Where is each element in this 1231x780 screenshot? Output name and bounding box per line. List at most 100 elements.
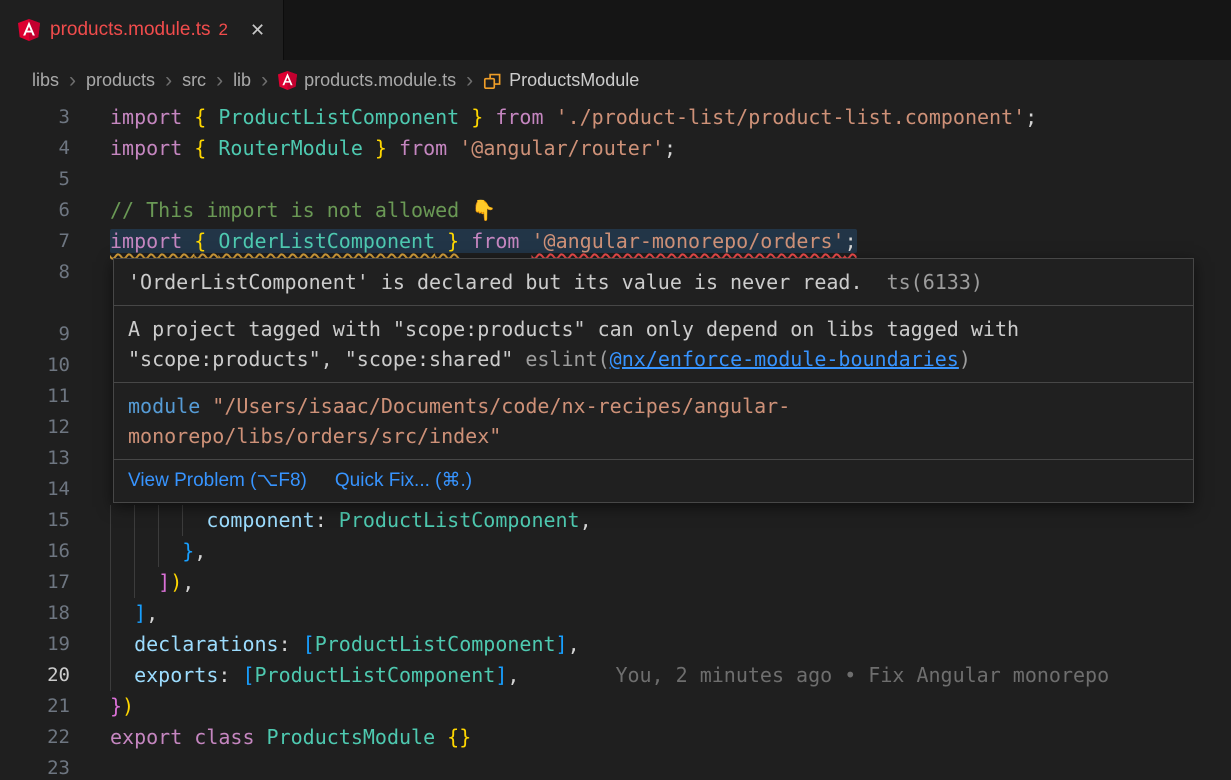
code-content: component: ProductListComponent, [110,505,592,536]
indent-guide [134,505,158,536]
warning-squiggle-token: import [110,229,194,253]
indent-guide [182,505,206,536]
vscode-window: products.module.ts 2 ✕ libs › products › src… [0,0,1231,780]
code-line-20[interactable]: 20exports: [ProductListComponent],You, 2… [0,660,1231,691]
code-line-21[interactable]: 21}) [0,691,1231,722]
indent-guide [110,505,134,536]
warning-squiggle-token: { [194,229,218,253]
tab-products-module-ts[interactable]: products.module.ts 2 ✕ [0,0,284,60]
indent-guide [110,536,134,567]
indent-guide [110,567,134,598]
code-line-17[interactable]: 17]), [0,567,1231,598]
error-squiggle-token: ; [845,229,857,253]
line-number: 22 [0,722,70,753]
warning-squiggle-token: } [435,229,459,253]
code-content: export class ProductsModule {} [110,722,471,753]
hover-text: "scope:products", "scope:shared" [128,347,525,371]
line-number: 12 [0,412,70,443]
line-number: 9 [0,319,70,350]
code-line-19[interactable]: 19declarations: [ProductListComponent], [0,629,1231,660]
tab-title: products.module.ts [50,19,211,41]
class-symbol-icon [483,71,502,90]
hover-text: "/Users/isaac/Documents/code/nx-recipes/… [212,394,790,418]
code-content: import { RouterModule } from '@angular/r… [110,133,676,164]
indent-guide [110,660,134,691]
line-number: 6 [0,195,70,226]
breadcrumb-separator-icon: › [69,70,76,91]
breadcrumb-label: lib [233,70,251,91]
breadcrumb-separator-icon: › [466,70,473,91]
code-line-3[interactable]: 3 import { ProductListComponent } from '.… [0,102,1231,133]
breadcrumb-separator-icon: › [165,70,172,91]
line-number: 16 [0,536,70,567]
code-line-6[interactable]: 6 // This import is not allowed 👇 [0,195,1231,226]
indent-guide [158,505,182,536]
line-number: 13 [0,443,70,474]
code-content: }, [110,536,206,567]
code-content: ]), [110,567,194,598]
indent-guide [134,567,158,598]
code-line-16[interactable]: 16}, [0,536,1231,567]
breadcrumb-item-productsmodule[interactable]: ProductsModule [483,70,639,91]
code-content: // This import is not allowed 👇 [110,195,496,226]
breadcrumb-label: products.module.ts [304,70,456,91]
indent-guide [134,536,158,567]
line-number: 23 [0,753,70,780]
code-content: ], [110,598,158,629]
line-number: 15 [0,505,70,536]
breadcrumb-label: products [86,70,155,91]
breadcrumb-separator-icon: › [261,70,268,91]
hover-action-bar: View Problem (⌥F8) Quick Fix... (⌘.) [114,460,1193,502]
code-content: import { ProductListComponent } from './… [110,102,1037,133]
line-number: 3 [0,102,70,133]
code-line-5[interactable]: 5 [0,164,1231,195]
breadcrumb: libs › products › src › lib › products.module.ts… [0,60,1231,100]
breadcrumb-item-products-module-ts[interactable]: products.module.ts [278,70,456,91]
hover-range-highlight: import { OrderListComponent } from '@ang… [110,229,857,253]
code-content: }) [110,691,134,722]
close-icon[interactable]: ✕ [250,20,265,41]
breadcrumb-item-lib[interactable]: lib [233,70,251,91]
breadcrumb-item-libs[interactable]: libs [32,70,59,91]
code-line-18[interactable]: 18], [0,598,1231,629]
error-squiggle-token: '@angular-monorepo/orders' [531,229,844,253]
hover-text: A project tagged with "scope:products" c… [128,317,1019,341]
line-number: 7 [0,226,70,257]
line-number: 5 [0,164,70,195]
line-number: 4 [0,133,70,164]
breadcrumb-item-products[interactable]: products [86,70,155,91]
editor[interactable]: 3 import { ProductListComponent } from '.… [0,100,1231,780]
code-content: exports: [ProductListComponent],You, 2 m… [110,660,1109,691]
hover-section-ts-diagnostic: 'OrderListComponent' is declared but its… [114,259,1193,306]
tab-bar: products.module.ts 2 ✕ [0,0,1231,60]
hover-text: 'OrderListComponent' is declared but its… [128,270,863,294]
hover-section-module-info: module "/Users/isaac/Documents/code/nx-r… [114,383,1193,460]
line-number: 11 [0,381,70,412]
code-line-15[interactable]: 15 component: ProductListComponent, [0,505,1231,536]
error-hover-popup: 'OrderListComponent' is declared but its… [113,258,1194,503]
line-number: 8 [0,257,70,319]
code-line-7[interactable]: 7 import { OrderListComponent } from '@an… [0,226,1231,257]
breadcrumb-item-src[interactable]: src [182,70,206,91]
eslint-rule-link[interactable]: @nx/enforce-module-boundaries [610,347,959,371]
hover-text: monorepo/libs/orders/src/index" [128,424,501,448]
breadcrumb-separator-icon: › [216,70,223,91]
line-number: 17 [0,567,70,598]
view-problem-action[interactable]: View Problem (⌥F8) [128,469,307,492]
angular-icon [278,71,297,90]
breadcrumb-label: libs [32,70,59,91]
line-number: 14 [0,474,70,505]
line-number: 18 [0,598,70,629]
line-number: 21 [0,691,70,722]
code-line-23[interactable]: 23 [0,753,1231,780]
hover-section-eslint-diagnostic: A project tagged with "scope:products" c… [114,306,1193,383]
warning-squiggle-token: OrderListComponent [218,229,435,253]
indent-guide [110,598,134,629]
code-line-4[interactable]: 4 import { RouterModule } from '@angular/… [0,133,1231,164]
code-content: declarations: [ProductListComponent], [110,629,580,660]
breadcrumb-label: ProductsModule [509,70,639,91]
quick-fix-action[interactable]: Quick Fix... (⌘.) [335,469,472,492]
code-line-22[interactable]: 22 export class ProductsModule {} [0,722,1231,753]
breadcrumb-label: src [182,70,206,91]
hover-text: module [128,394,212,418]
